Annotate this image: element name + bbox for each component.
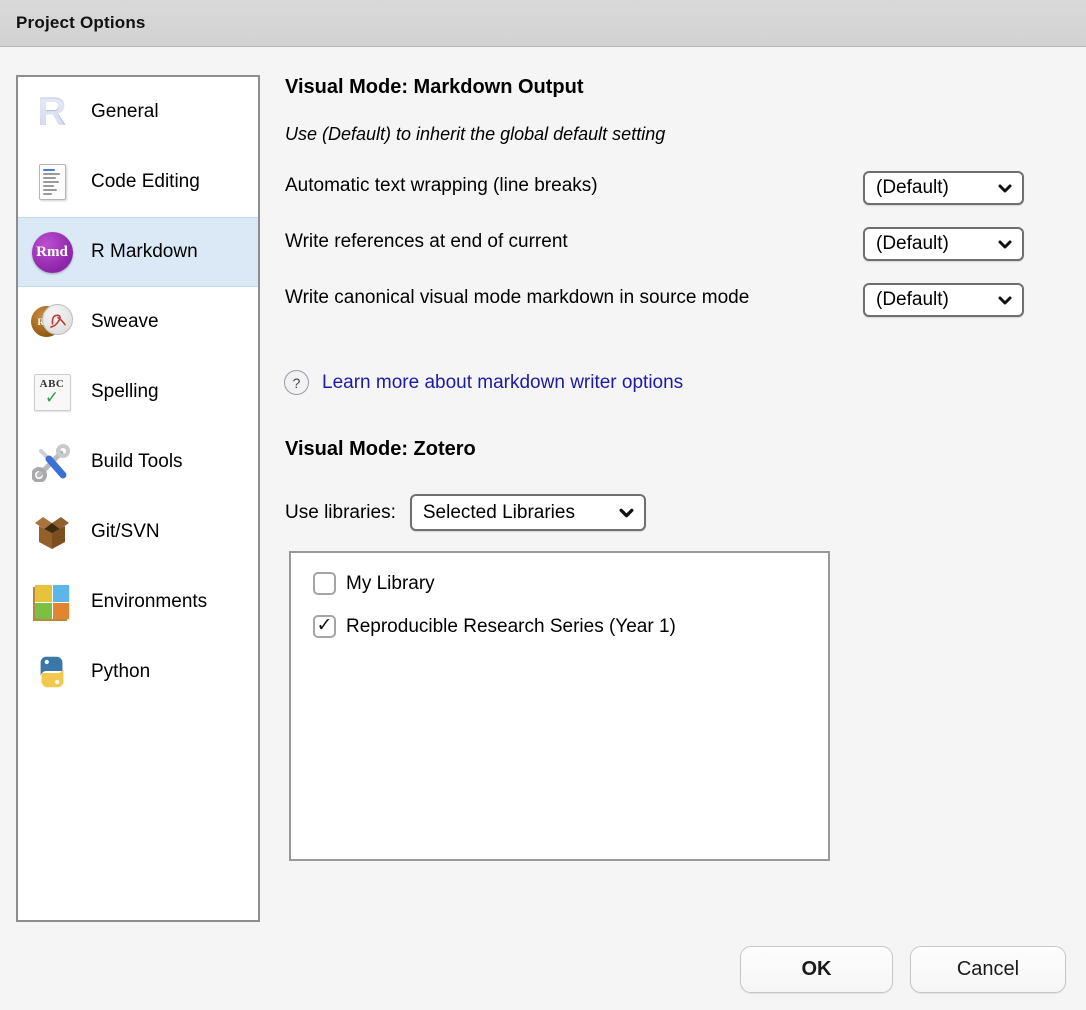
library-row-reproducible-research[interactable]: ✓ Reproducible Research Series (Year 1) (313, 615, 676, 638)
sidebar-item-label: Python (91, 661, 150, 683)
select-value: (Default) (876, 177, 949, 199)
titlebar: Project Options (0, 0, 1086, 47)
pdf-icon (42, 304, 73, 335)
sidebar-item-general[interactable]: R General (18, 77, 258, 147)
python-icon (31, 651, 73, 693)
environments-icon (31, 581, 73, 623)
use-libraries-label: Use libraries: (285, 502, 396, 524)
sidebar: R General Code Editing Rmd R Markdown Rn… (16, 75, 260, 922)
canonical-markdown-label: Write canonical visual mode markdown in … (285, 284, 785, 312)
spelling-icon: ABC ✓ (31, 371, 73, 413)
sidebar-item-sweave[interactable]: Rnw Sweave (18, 287, 258, 357)
chevron-down-icon (998, 184, 1012, 193)
reproducible-research-checkbox[interactable]: ✓ (313, 615, 336, 638)
sidebar-item-label: Environments (91, 591, 207, 613)
sidebar-item-python[interactable]: Python (18, 637, 258, 707)
project-options-dialog: Project Options R General Code Editing R… (0, 0, 1086, 1010)
zotero-heading: Visual Mode: Zotero (285, 438, 476, 461)
chevron-down-icon (998, 296, 1012, 305)
references-label: Write references at end of current (285, 228, 568, 256)
check-icon: ✓ (317, 616, 333, 635)
default-inherit-note: Use (Default) to inherit the global defa… (285, 124, 665, 145)
sidebar-item-git-svn[interactable]: Git/SVN (18, 497, 258, 567)
text-wrapping-select[interactable]: (Default) (863, 171, 1024, 205)
sweave-icon: Rnw (31, 301, 73, 343)
select-value: (Default) (876, 289, 949, 311)
sidebar-item-spelling[interactable]: ABC ✓ Spelling (18, 357, 258, 427)
sidebar-item-label: Spelling (91, 381, 159, 403)
chevron-down-icon (998, 240, 1012, 249)
sidebar-item-r-markdown[interactable]: Rmd R Markdown (18, 217, 258, 287)
zotero-libraries-list: ✓ My Library ✓ Reproducible Research Ser… (289, 551, 830, 861)
code-editing-icon (31, 161, 73, 203)
canonical-markdown-select[interactable]: (Default) (863, 283, 1024, 317)
sidebar-item-label: Build Tools (91, 451, 183, 473)
markdown-output-heading: Visual Mode: Markdown Output (285, 76, 584, 99)
git-svn-icon (31, 511, 73, 553)
text-wrapping-label: Automatic text wrapping (line breaks) (285, 172, 598, 200)
sidebar-item-label: Code Editing (91, 171, 200, 193)
ok-button[interactable]: OK (740, 946, 893, 993)
sidebar-item-label: General (91, 101, 159, 123)
build-tools-icon (31, 441, 73, 483)
sidebar-item-label: R Markdown (91, 241, 198, 263)
sidebar-item-build-tools[interactable]: Build Tools (18, 427, 258, 497)
references-select[interactable]: (Default) (863, 227, 1024, 261)
library-label: My Library (346, 573, 435, 595)
rmarkdown-icon: Rmd (31, 231, 73, 273)
sidebar-item-label: Git/SVN (91, 521, 160, 543)
my-library-checkbox[interactable]: ✓ (313, 572, 336, 595)
sidebar-item-environments[interactable]: Environments (18, 567, 258, 637)
sidebar-item-label: Sweave (91, 311, 159, 333)
library-row-my-library[interactable]: ✓ My Library (313, 572, 435, 595)
select-value: (Default) (876, 233, 949, 255)
help-icon[interactable]: ? (284, 370, 309, 395)
use-libraries-select[interactable]: Selected Libraries (410, 494, 646, 531)
r-logo-icon: R (31, 91, 73, 133)
library-label: Reproducible Research Series (Year 1) (346, 616, 676, 638)
markdown-writer-options-link[interactable]: Learn more about markdown writer options (322, 372, 683, 394)
window-title: Project Options (16, 13, 146, 33)
chevron-down-icon (619, 508, 634, 518)
cancel-button[interactable]: Cancel (910, 946, 1066, 993)
select-value: Selected Libraries (423, 502, 575, 524)
sidebar-item-code-editing[interactable]: Code Editing (18, 147, 258, 217)
